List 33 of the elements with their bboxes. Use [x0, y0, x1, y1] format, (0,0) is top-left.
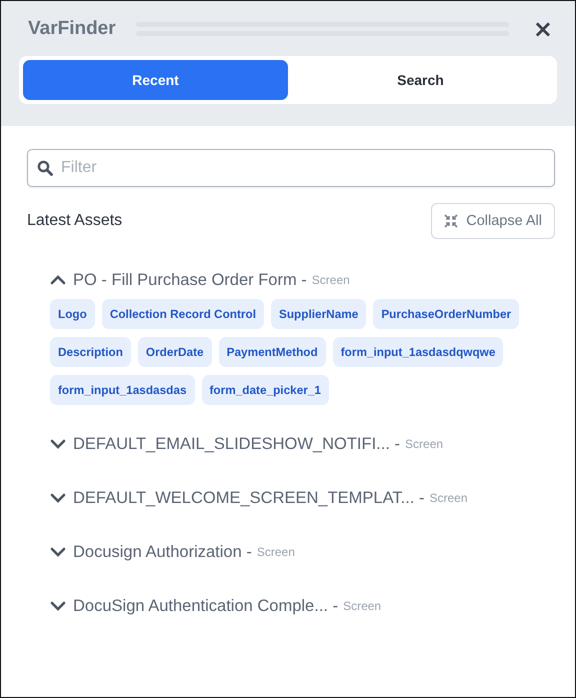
variable-chip[interactable]: Collection Record Control — [102, 299, 264, 329]
collapse-icon — [444, 214, 458, 228]
chevron-icon[interactable] — [50, 546, 66, 558]
tab[interactable]: Search — [288, 60, 553, 100]
asset-title[interactable]: DEFAULT_WELCOME_SCREEN_TEMPLAT... - — [73, 488, 424, 508]
asset-title[interactable]: DEFAULT_EMAIL_SLIDESHOW_NOTIFI... - — [73, 434, 400, 454]
chevron-icon[interactable] — [50, 492, 66, 504]
section-title: Latest Assets — [27, 212, 122, 230]
chevron-icon[interactable] — [50, 274, 66, 286]
variable-chip[interactable]: form_input_1asdasdas — [50, 375, 194, 405]
close-button[interactable]: × — [528, 17, 557, 41]
tab[interactable]: Recent — [23, 60, 288, 100]
variable-chip[interactable]: SupplierName — [270, 299, 366, 329]
variable-chip[interactable]: PaymentMethod — [218, 337, 326, 367]
chevron-icon[interactable] — [50, 600, 66, 612]
window-title: VarFinder — [28, 18, 117, 40]
asset-type: Screen — [312, 273, 350, 287]
asset-type: Screen — [343, 599, 382, 613]
variable-chip[interactable]: OrderDate — [138, 337, 212, 367]
asset-type: Screen — [256, 545, 295, 559]
asset-type: Screen — [429, 491, 468, 505]
variable-chip[interactable]: Description — [50, 337, 131, 367]
collapse-all-button[interactable]: Collapse All — [431, 203, 555, 239]
asset-type: Screen — [405, 437, 444, 451]
asset-title[interactable]: DocuSign Authentication Comple... - — [73, 596, 338, 616]
variable-chip[interactable]: PurchaseOrderNumber — [373, 299, 520, 329]
variable-chip[interactable]: Logo — [50, 299, 95, 329]
asset-title[interactable]: Docusign Authorization - — [73, 542, 252, 562]
asset-title[interactable]: PO - Fill Purchase Order Form - — [73, 270, 307, 290]
variable-chip[interactable]: form_input_1asdasdqwqwe — [332, 337, 504, 367]
variable-chip[interactable]: form_date_picker_1 — [202, 375, 329, 405]
chevron-icon[interactable] — [50, 438, 66, 450]
filter-field[interactable]: Filter — [27, 149, 555, 187]
